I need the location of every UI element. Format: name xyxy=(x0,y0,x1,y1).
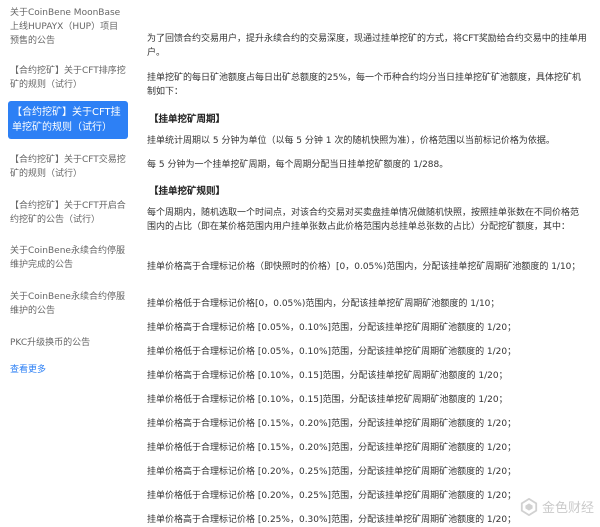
sidebar-item-cft-ranking-mining[interactable]: 【合约挖矿】关于CFT排序挖矿的规则（试行） xyxy=(10,64,126,92)
rules-intro-paragraph: 每个周期内，随机选取一个时间点，对该合约交易对买卖盘挂单情况做随机快照，按照挂单… xyxy=(147,208,580,232)
watermark-text: 金色财经 xyxy=(541,501,594,516)
sidebar-item-cft-trade-mining[interactable]: 【合约挖矿】关于CFT交易挖矿的规则（试行） xyxy=(10,153,126,181)
intro-paragraph-1: 为了回馈合约交易用户，提升永续合约的交易深度，现通过挂单挖矿的方式，将CFT奖励… xyxy=(147,34,587,58)
rule-row: 挂单价格高于合理标记价格 [0.05%，0.10%]范围，分配该挂单挖矿周期矿池… xyxy=(147,323,517,333)
rule-row: 挂单价格低于合理标记价格 [0.15%，0.20%]范围，分配该挂单挖矿周期矿池… xyxy=(147,443,517,453)
section-title-rules: 【挂单挖矿规则】 xyxy=(149,186,226,197)
article-content: 为了回馈合约交易用户，提升永续合约的交易深度，现通过挂单挖矿的方式，将CFT奖励… xyxy=(147,0,592,525)
rule-row: 挂单价格低于合理标记价格 [0.10%，0.15]范围，分配该挂单挖矿周期矿池额… xyxy=(147,395,508,405)
jinse-logo-icon xyxy=(520,497,538,516)
rule-row: 挂单价格高于合理标记价格 [0.20%，0.25%]范围，分配该挂单挖矿周期矿池… xyxy=(147,467,517,477)
rule-row: 挂单价格低于合理标记价格 [0.05%，0.10%]范围，分配该挂单挖矿周期矿池… xyxy=(147,347,517,357)
rule-row: 挂单价格低于合理标记价格[0，0.05%)范围内，分配该挂单挖矿周期矿池额度的 … xyxy=(147,299,500,309)
cycle-paragraph-1: 挂单统计周期以 5 分钟为单位（以每 5 分钟 1 次的随机快照为准），价格范围… xyxy=(147,136,555,146)
sidebar: 关于CoinBene MoonBase上线HUPAYX（HUP）项目预售的公告 … xyxy=(0,0,134,520)
sidebar-item-maintenance-complete[interactable]: 关于CoinBene永续合约停服维护完成的公告 xyxy=(10,244,126,272)
cycle-paragraph-2: 每 5 分钟为一个挂单挖矿周期，每个周期分配当日挂单挖矿额度的 1/288。 xyxy=(147,160,449,170)
sidebar-item-maintenance[interactable]: 关于CoinBene永续合约停服维护的公告 xyxy=(10,290,126,318)
sidebar-item-cft-contract-mining[interactable]: 【合约挖矿】关于CFT开启合约挖矿的公告（试行） xyxy=(10,199,126,227)
rule-first: 挂单价格高于合理标记价格（即快照时的价格）[0，0.05%)范围内，分配该挂单挖… xyxy=(147,262,581,272)
sidebar-item-moonbase-hup[interactable]: 关于CoinBene MoonBase上线HUPAYX（HUP）项目预售的公告 xyxy=(10,6,126,48)
section-title-cycle: 【挂单挖矿周期】 xyxy=(149,114,226,125)
see-more-link[interactable]: 查看更多 xyxy=(10,362,46,375)
sidebar-item-cft-order-mining[interactable]: 【合约挖矿】关于CFT挂单挖矿的规则（试行） xyxy=(8,101,128,139)
rule-row: 挂单价格高于合理标记价格 [0.10%，0.15]范围，分配该挂单挖矿周期矿池额… xyxy=(147,371,508,381)
watermark: 金色财经 xyxy=(520,497,594,516)
sidebar-item-pkc-upgrade[interactable]: PKC升级换币的公告 xyxy=(10,336,126,350)
intro-paragraph-2: 挂单挖矿的每日矿池额度占每日出矿总额度的25%，每一个币种合约均分当日挂单挖矿矿… xyxy=(147,73,582,97)
rule-row: 挂单价格高于合理标记价格 [0.15%，0.20%]范围，分配该挂单挖矿周期矿池… xyxy=(147,419,517,429)
